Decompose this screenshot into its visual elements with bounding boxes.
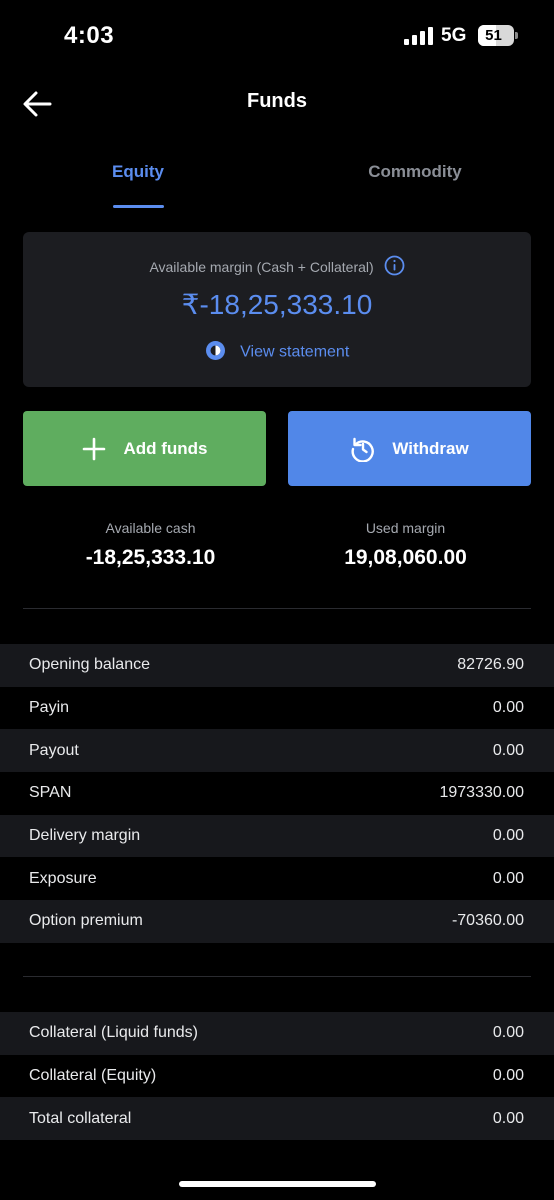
available-cash-summary: Available cash -18,25,333.10 (12, 520, 289, 570)
row-label: SPAN (29, 784, 72, 802)
row-value: 0.00 (492, 1024, 524, 1042)
add-funds-label: Add funds (123, 438, 208, 458)
view-statement-label: View statement (240, 343, 350, 361)
row-value: 0.00 (492, 869, 524, 887)
status-time: 4:03 (64, 22, 115, 49)
row-value: -70360.00 (451, 912, 524, 930)
row-value: 0.00 (492, 1067, 524, 1085)
row-label: Payout (29, 741, 79, 759)
list-item: Payin 0.00 (0, 686, 554, 730)
row-label: Delivery margin (29, 827, 141, 845)
tab-commodity[interactable]: Commodity (345, 162, 485, 210)
list-item: Payout 0.00 (0, 729, 554, 773)
home-indicator[interactable] (179, 1181, 376, 1187)
list-item: Total collateral 0.00 (0, 1097, 554, 1141)
row-label: Payin (29, 699, 70, 717)
page-title: Funds (247, 90, 307, 112)
list-item: Opening balance 82726.90 (0, 644, 554, 687)
list-item: SPAN 1973330.00 (0, 772, 554, 815)
battery-level: 51 (485, 27, 502, 44)
view-statement-link[interactable]: View statement (23, 340, 531, 363)
available-cash-label: Available cash (105, 520, 196, 536)
row-value: 0.00 (492, 1109, 524, 1127)
active-tab-indicator (113, 205, 164, 208)
withdraw-button[interactable]: Withdraw (288, 411, 531, 486)
battery-icon: 51 (478, 25, 518, 46)
row-label: Exposure (29, 869, 97, 887)
status-bar: 4:03 5G 51 (0, 0, 554, 70)
row-value: 1973330.00 (439, 784, 524, 802)
info-icon[interactable] (384, 255, 405, 276)
add-funds-button[interactable]: Add funds (23, 411, 266, 486)
list-item: Exposure 0.00 (0, 857, 554, 901)
list-item: Collateral (Equity) 0.00 (0, 1054, 554, 1098)
available-margin-label: Available margin (Cash + Collateral) (149, 259, 374, 276)
divider (23, 608, 531, 609)
statement-icon (205, 340, 226, 361)
available-margin-card: Available margin (Cash + Collateral) ₹-1… (23, 232, 531, 387)
network-type: 5G (441, 25, 467, 46)
row-value: 0.00 (492, 699, 524, 717)
refresh-icon (351, 437, 375, 462)
tab-equity[interactable]: Equity (88, 162, 188, 210)
available-margin-label-row: Available margin (Cash + Collateral) (23, 255, 531, 279)
collateral-list: Collateral (Liquid funds) 0.00 Collateral… (0, 1012, 554, 1141)
row-label: Opening balance (29, 656, 150, 674)
used-margin-summary: Used margin 19,08,060.00 (267, 520, 544, 570)
available-cash-value: -18,25,333.10 (85, 546, 216, 569)
margin-breakdown-list: Opening balance 82726.90 Payin 0.00 Payout… (0, 644, 554, 943)
row-value: 0.00 (492, 827, 524, 845)
list-item: Delivery margin 0.00 (0, 814, 554, 858)
divider (23, 976, 531, 977)
row-value: 82726.90 (457, 656, 524, 674)
row-label: Option premium (29, 912, 143, 930)
plus-icon (83, 437, 106, 460)
used-margin-value: 19,08,060.00 (344, 546, 467, 569)
used-margin-label: Used margin (365, 520, 446, 536)
signal-icon (404, 27, 434, 45)
available-margin-value: ₹-18,25,333.10 (181, 289, 373, 320)
row-label: Collateral (Equity) (29, 1067, 157, 1085)
list-item: Collateral (Liquid funds) 0.00 (0, 1012, 554, 1055)
funds-screen: 4:03 5G 51 Funds Equity Commodity Availa… (0, 0, 554, 1200)
row-label: Collateral (Liquid funds) (29, 1024, 198, 1042)
row-label: Total collateral (29, 1109, 132, 1127)
row-value: 0.00 (492, 741, 524, 759)
withdraw-label: Withdraw (392, 438, 469, 458)
list-item: Option premium -70360.00 (0, 900, 554, 943)
